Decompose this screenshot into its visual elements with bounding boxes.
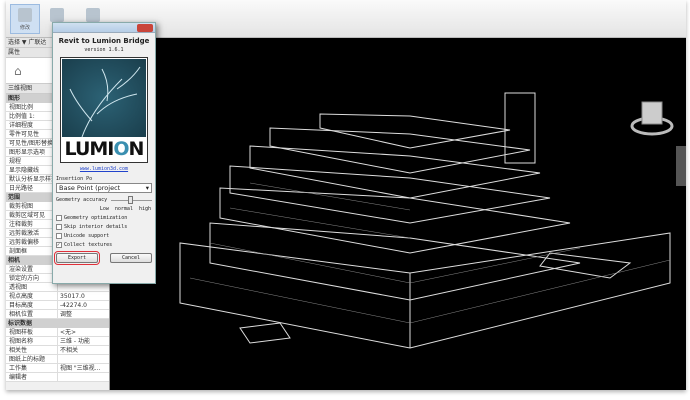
property-label: 编辑者 (6, 373, 58, 381)
option-checkbox[interactable]: Geometry optimization (56, 215, 152, 221)
property-label: 裁剪视图 (6, 202, 58, 210)
property-value[interactable]: 三维 - 功能 (58, 337, 90, 345)
property-row[interactable]: 工作集 视图 "三维视... (6, 364, 109, 373)
option-label: Geometry optimization (64, 215, 128, 221)
property-label: 可见性/图形替换 (6, 139, 58, 147)
building-model (179, 92, 686, 349)
property-label: 视图比例 (6, 103, 58, 111)
tool-icon (50, 8, 64, 22)
close-button[interactable] (137, 24, 153, 32)
accuracy-slider[interactable] (111, 195, 152, 204)
option-checkbox[interactable]: Unicode support (56, 233, 152, 239)
3d-viewport[interactable] (110, 38, 686, 390)
property-label: 目标高度 (6, 301, 58, 309)
property-row[interactable]: 相机位置 调整 (6, 310, 109, 319)
option-label: Unicode support (64, 233, 110, 239)
tick-low: Low (99, 206, 109, 212)
property-label: 裁剪区域可见 (6, 211, 58, 219)
property-value[interactable]: 35017.0 (58, 292, 85, 300)
chevron-down-icon: ▾ (145, 184, 149, 192)
option-label: Skip interior details (64, 224, 128, 230)
property-label: 锁定的方向 (6, 274, 58, 282)
dialog-title: Revit to Lumion Bridge (58, 37, 150, 45)
property-value[interactable]: <无> (58, 328, 76, 336)
tree-image (62, 59, 146, 138)
property-label: 相机位置 (6, 310, 58, 318)
property-label: 默认分析显示样式 (6, 175, 58, 183)
property-label: 注释裁剪 (6, 220, 58, 228)
option-checkbox[interactable]: ✓ Collect textures (56, 242, 152, 248)
property-label: 透视图 (6, 283, 58, 291)
property-value[interactable]: 调整 (58, 310, 72, 318)
property-label: 远剪裁偏移 (6, 238, 58, 246)
property-label: 显示隐藏线 (6, 166, 58, 174)
checkbox-icon[interactable]: ✓ (56, 242, 62, 248)
property-row[interactable]: 图纸上的标题 (6, 355, 109, 364)
insertion-value: Base Point (project (59, 184, 121, 192)
property-row[interactable]: 透视图 (6, 283, 109, 292)
tick-normal: normal (114, 206, 133, 212)
section-header[interactable]: 标识数据 (6, 319, 109, 328)
navigation-bar[interactable] (676, 146, 686, 186)
property-label: 相关性 (6, 346, 58, 354)
property-label: 剖面框 (6, 247, 58, 255)
property-row[interactable]: 相关性 不相关 (6, 346, 109, 355)
property-label: 视图样板 (6, 328, 58, 336)
checkbox-icon[interactable] (56, 224, 62, 230)
property-label: 视点高度 (6, 292, 58, 300)
option-label: Collect textures (64, 242, 113, 248)
property-label: 远剪裁激活 (6, 229, 58, 237)
view-cube[interactable] (630, 101, 674, 136)
checkbox-icon[interactable] (56, 233, 62, 239)
tick-high: high (138, 206, 151, 212)
property-row[interactable]: 视图名称 三维 - 功能 (6, 337, 109, 346)
property-label: 工作集 (6, 364, 58, 372)
property-label: 比例值 1: (6, 112, 58, 120)
lumion-export-dialog: Revit to Lumion Bridge version 1.6.1 LUM… (52, 22, 156, 284)
property-row[interactable]: 编辑者 (6, 373, 109, 382)
property-value[interactable]: 视图 "三维视... (58, 364, 100, 372)
property-value[interactable] (58, 283, 60, 291)
property-label: 渲染设置 (6, 265, 58, 273)
cancel-button[interactable]: Cancel (110, 253, 152, 263)
property-value[interactable]: -42274.0 (58, 301, 87, 309)
modify-icon (18, 8, 32, 22)
property-label: 视图名称 (6, 337, 58, 345)
property-value[interactable] (58, 355, 60, 363)
property-label: 图形显示选项 (6, 148, 58, 156)
property-value[interactable] (58, 373, 60, 381)
accuracy-label: Geometry accuracy (56, 197, 108, 203)
property-row[interactable]: 视点高度 35017.0 (6, 292, 109, 301)
tool-icon (86, 8, 100, 22)
insertion-label: Insertion Po (56, 176, 93, 182)
property-label: 详细程度 (6, 121, 58, 129)
property-row[interactable]: 目标高度 -42274.0 (6, 301, 109, 310)
website-link[interactable]: www.lumion3d.com (53, 166, 155, 172)
insertion-point-select[interactable]: Base Point (project ▾ (56, 183, 152, 193)
property-label: 图纸上的标题 (6, 355, 58, 363)
property-row[interactable]: 视图样板 <无> (6, 328, 109, 337)
property-label: 日光路径 (6, 184, 58, 192)
3d-view-icon: ⌂ (14, 63, 22, 78)
property-value[interactable]: 不相关 (58, 346, 78, 354)
property-label: 零件可见性 (6, 130, 58, 138)
checkbox-icon[interactable] (56, 215, 62, 221)
export-button[interactable]: Export (54, 251, 100, 265)
property-label: 规程 (6, 157, 58, 165)
modify-button[interactable]: 修改 (10, 4, 40, 34)
version-label: version 1.6.1 (84, 47, 124, 53)
option-checkbox[interactable]: Skip interior details (56, 224, 152, 230)
slider-thumb[interactable] (127, 195, 133, 204)
lumion-logo: LUMION (60, 57, 148, 163)
